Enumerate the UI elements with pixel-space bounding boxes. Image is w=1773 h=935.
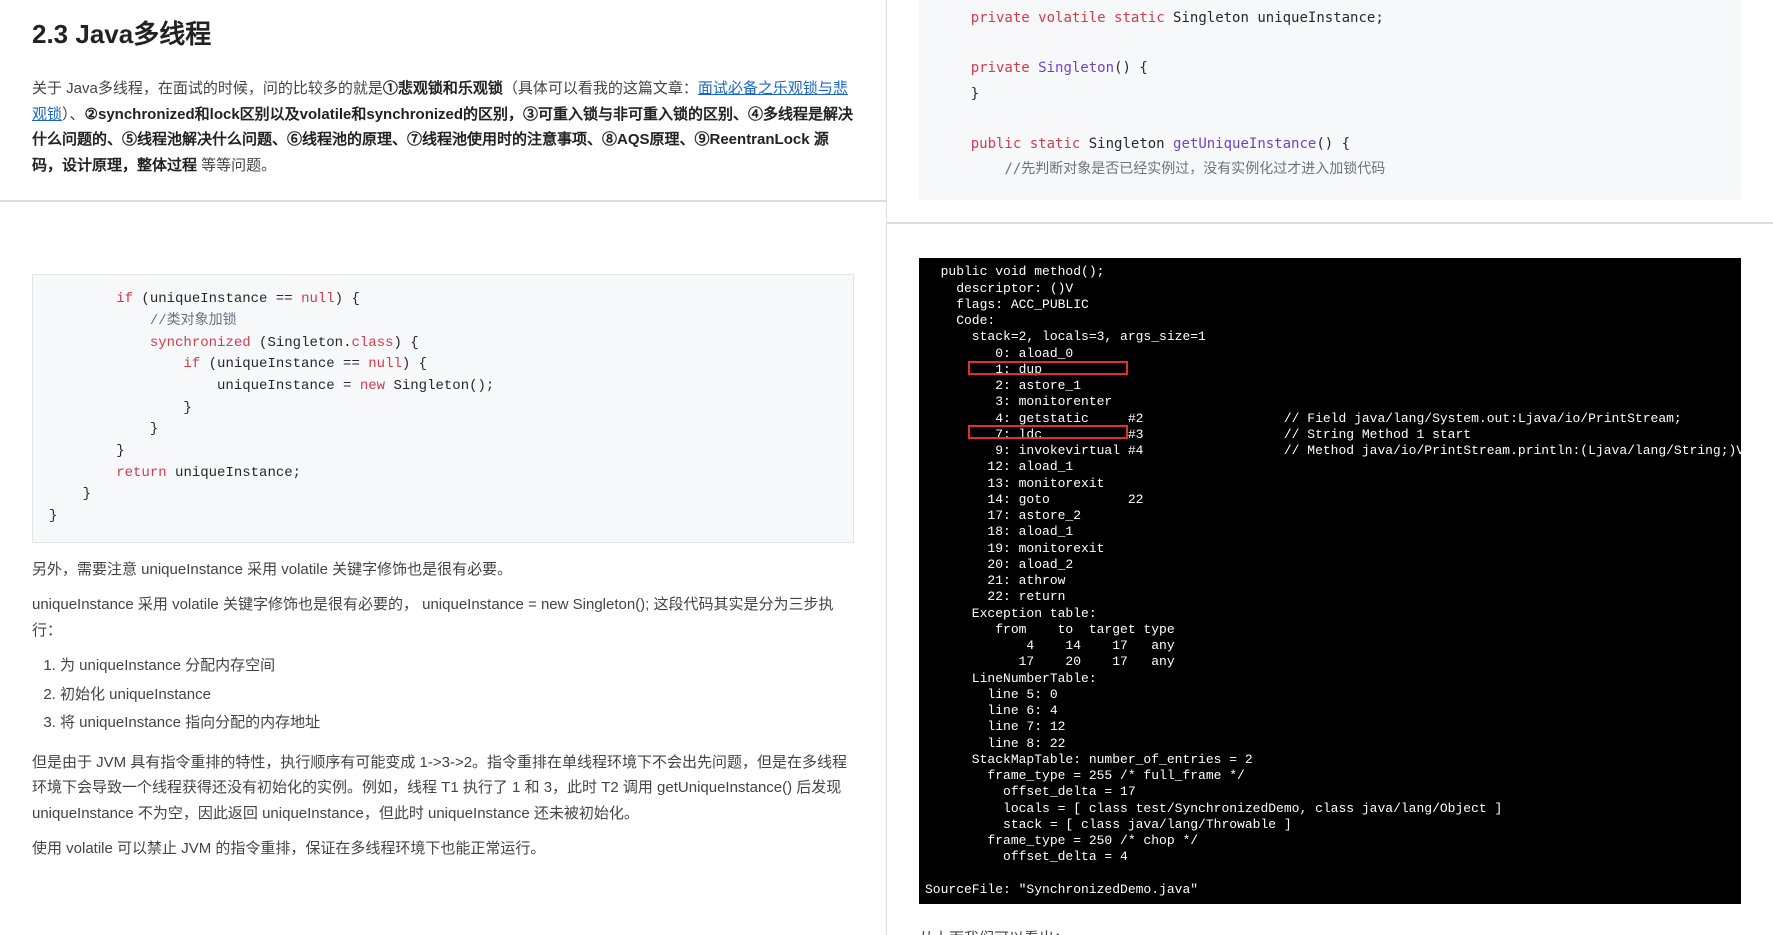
- paragraph-reorder: 但是由于 JVM 具有指令重排的特性，执行顺序有可能变成 1->3->2。指令重…: [32, 750, 854, 827]
- section-divider: [887, 222, 1773, 224]
- list-item: 初始化 uniqueInstance: [60, 682, 854, 708]
- intro-paragraph: 关于 Java多线程，在面试的时候，问的比较多的就是①悲观锁和乐观锁（具体可以看…: [32, 76, 854, 178]
- list-item: 为 uniqueInstance 分配内存空间: [60, 653, 854, 679]
- section-divider: [0, 200, 886, 202]
- section-heading: 2.3 Java多线程: [32, 12, 854, 56]
- instruction-steps-list: 为 uniqueInstance 分配内存空间 初始化 uniqueInstan…: [60, 653, 854, 736]
- paragraph-volatile-note: 另外，需要注意 uniqueInstance 采用 volatile 关键字修饰…: [32, 557, 854, 583]
- bytecode-output: public void method(); descriptor: ()V fl…: [919, 258, 1741, 904]
- singleton-class-code: private volatile static Singleton unique…: [919, 0, 1741, 200]
- left-section-2: if (uniqueInstance == null) { //类对象加锁 sy…: [32, 274, 854, 862]
- paragraph-volatile-steps-intro: uniqueInstance 采用 volatile 关键字修饰也是很有必要的，…: [32, 592, 854, 643]
- list-item: 将 uniqueInstance 指向分配的内存地址: [60, 710, 854, 736]
- bytecode-followup: 从上面我们可以看出：: [919, 926, 1741, 935]
- left-column: 2.3 Java多线程 关于 Java多线程，在面试的时候，问的比较多的就是①悲…: [0, 0, 887, 935]
- right-column: private volatile static Singleton unique…: [887, 0, 1773, 935]
- singleton-code-block: if (uniqueInstance == null) { //类对象加锁 sy…: [32, 274, 854, 543]
- paragraph-volatile-conclusion: 使用 volatile 可以禁止 JVM 的指令重排，保证在多线程环境下也能正常…: [32, 836, 854, 862]
